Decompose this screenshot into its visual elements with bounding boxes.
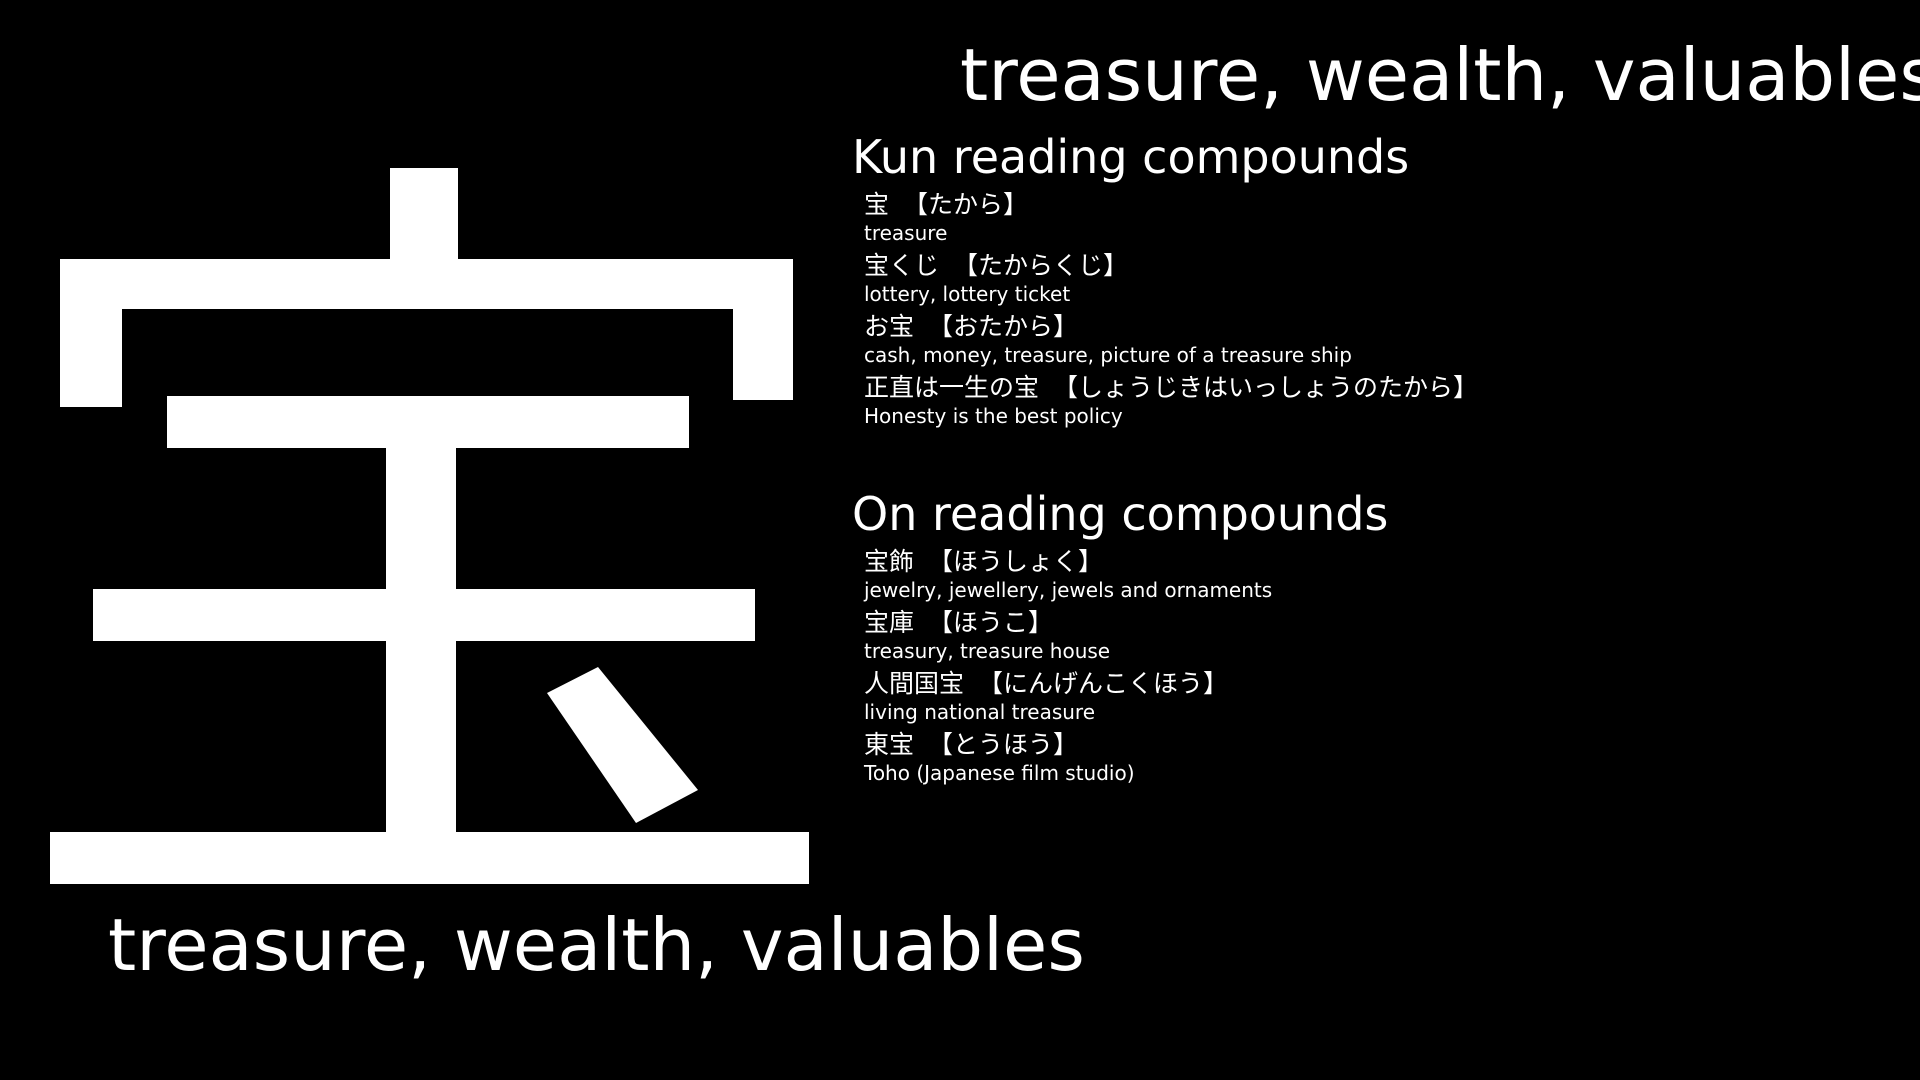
compound-word: 宝飾 — [864, 547, 915, 576]
on-compound-item: 宝飾 【ほうしょく】 jewelry, jewellery, jewels and… — [864, 545, 1892, 606]
compound-reading: 【にんげんこくほう】 — [978, 669, 1229, 698]
kun-compound-item: お宝 【おたから】 cash, money, treasure, picture … — [864, 310, 1892, 371]
compound-reading: 【ほうしょく】 — [928, 547, 1104, 576]
compound-reading: 【しょうじきはいっしょうのたから】 — [1053, 373, 1479, 402]
on-section-title: On reading compounds — [852, 487, 1389, 541]
kanji-stroke-dot — [547, 667, 698, 823]
kun-reading-section: Kun reading compounds 宝【たから】 treasure 宝く… — [852, 126, 1892, 432]
compound-heading: 宝飾 【ほうしょく】 — [864, 545, 1892, 577]
compound-word: 宝庫 — [864, 608, 915, 637]
compound-reading: 【おたから】 — [928, 312, 1079, 341]
compound-word: 宝くじ — [864, 251, 940, 280]
meaning-heading: treasure, wealth, valuables — [960, 33, 1920, 117]
on-reading-section: On reading compounds 宝飾 【ほうしょく】 jewelry, … — [852, 483, 1892, 789]
compound-meaning: living national treasure — [864, 700, 1096, 724]
compound-reading: 【たからくじ】 — [953, 251, 1129, 280]
compound-word: 宝 — [864, 190, 890, 219]
compound-meaning: Toho (Japanese film studio) — [864, 761, 1135, 785]
on-compound-item: 東宝 【とうほう】 Toho (Japanese film studio) — [864, 728, 1892, 789]
on-compound-item: 宝庫 【ほうこ】 treasury, treasure house — [864, 606, 1892, 667]
compound-heading: 人間国宝 【にんげんこくほう】 — [864, 667, 1892, 699]
compound-meaning: treasure — [864, 221, 948, 245]
compound-reading: 【ほうこ】 — [928, 608, 1054, 637]
compound-meaning: treasury, treasure house — [864, 639, 1111, 663]
compound-meaning: lottery, lottery ticket — [864, 282, 1071, 306]
compound-meaning: jewelry, jewellery, jewels and ornaments — [864, 578, 1273, 602]
compound-word: 正直は一生の宝 — [864, 373, 1040, 402]
compound-meaning: cash, money, treasure, picture of a trea… — [864, 343, 1352, 367]
kanji-stroke-bottom-bar — [50, 832, 809, 884]
meaning-caption: treasure, wealth, valuables — [108, 903, 1085, 987]
kanji-stroke-upper-bar — [167, 396, 689, 448]
compound-word: お宝 — [864, 312, 915, 341]
compound-heading: お宝 【おたから】 — [864, 310, 1892, 342]
kanji-stroke-top-dot — [390, 168, 458, 260]
compound-heading: 宝【たから】 — [864, 188, 1892, 220]
on-compound-item: 人間国宝 【にんげんこくほう】 living national treasure — [864, 667, 1892, 728]
kun-compound-item: 宝【たから】 treasure — [864, 188, 1892, 249]
compound-heading: 宝くじ 【たからくじ】 — [864, 249, 1892, 281]
compound-meaning: Honesty is the best policy — [864, 404, 1123, 428]
compound-reading: 【たから】 — [903, 190, 1029, 219]
compound-heading: 正直は一生の宝 【しょうじきはいっしょうのたから】 — [864, 371, 1892, 403]
kanji-stroke-roof — [60, 259, 793, 309]
compound-word: 東宝 — [864, 730, 915, 759]
compound-reading: 【とうほう】 — [928, 730, 1079, 759]
compound-heading: 東宝 【とうほう】 — [864, 728, 1892, 760]
kanji-stroke-roof-left — [60, 259, 122, 407]
kanji-stroke-middle-bar — [93, 589, 755, 641]
compound-word: 人間国宝 — [864, 669, 965, 698]
kanji-stroke-roof-right — [733, 259, 793, 400]
compound-heading: 宝庫 【ほうこ】 — [864, 606, 1892, 638]
kun-section-title: Kun reading compounds — [852, 130, 1410, 184]
kun-compound-item: 宝くじ 【たからくじ】 lottery, lottery ticket — [864, 249, 1892, 310]
kun-compound-item: 正直は一生の宝 【しょうじきはいっしょうのたから】 Honesty is the … — [864, 371, 1892, 432]
kanji-character-glyph — [50, 168, 809, 884]
